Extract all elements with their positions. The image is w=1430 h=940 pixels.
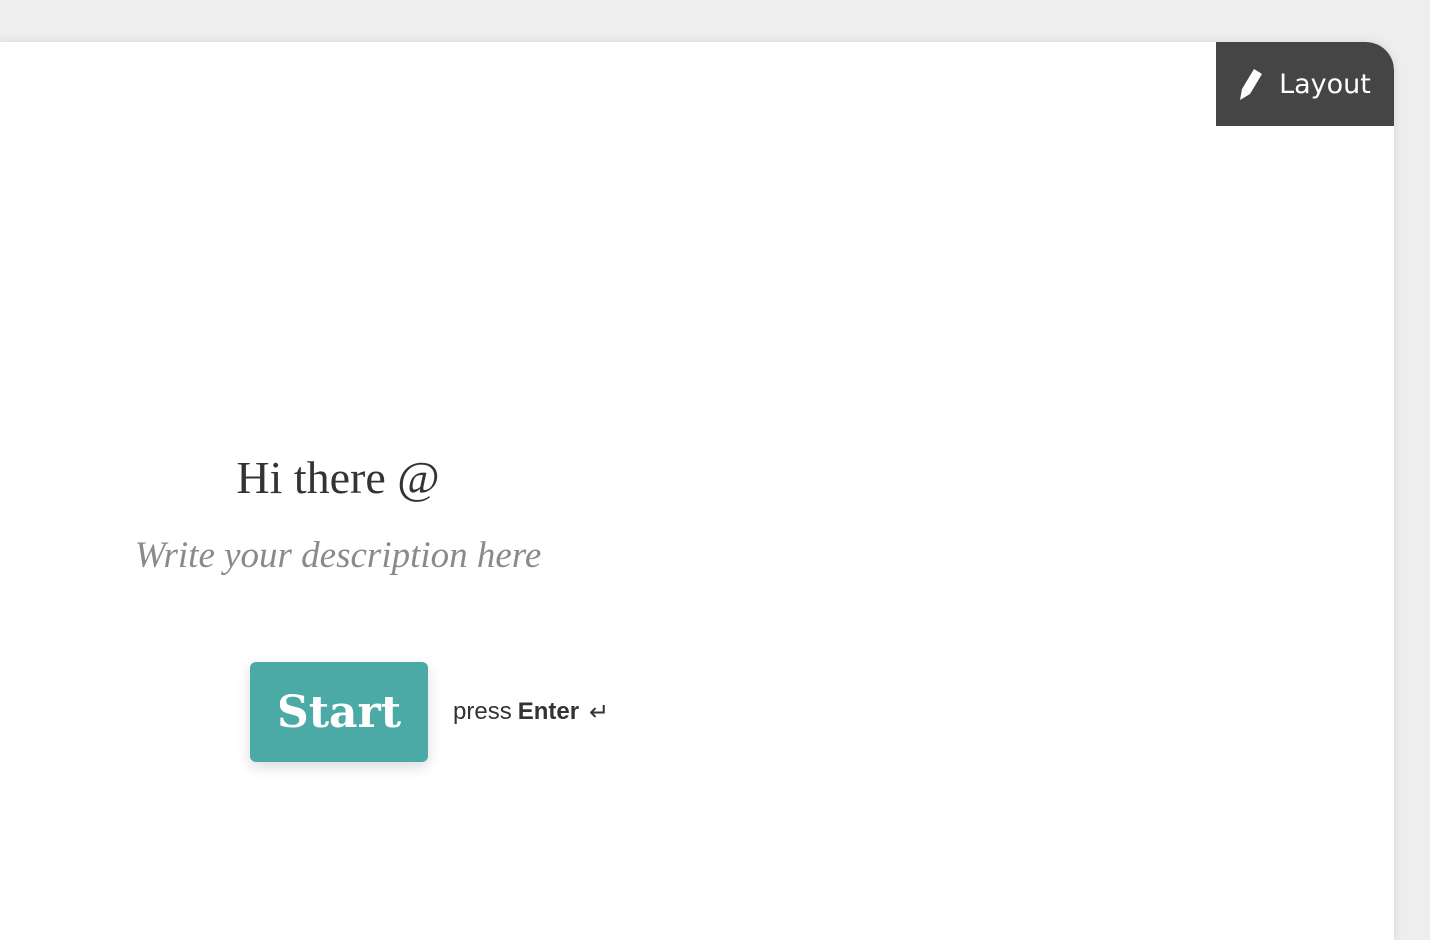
layout-button-label: Layout (1279, 68, 1371, 100)
action-row: Start press Enter ↵ (250, 662, 609, 762)
pen-icon (1235, 67, 1265, 101)
description-field[interactable]: Write your description here (0, 528, 676, 584)
enter-icon: ↵ (589, 698, 610, 726)
welcome-screen: Layout Hi there @ Write your description… (0, 42, 1394, 940)
welcome-block: Hi there @ Write your description here (0, 442, 676, 584)
hint-prefix: press (453, 698, 512, 725)
enter-hint: press Enter ↵ (453, 698, 609, 727)
hint-key: Enter (517, 698, 580, 725)
start-button[interactable]: Start (250, 662, 428, 762)
layout-button[interactable]: Layout (1216, 42, 1394, 126)
welcome-heading[interactable]: Hi there @ (0, 442, 676, 514)
